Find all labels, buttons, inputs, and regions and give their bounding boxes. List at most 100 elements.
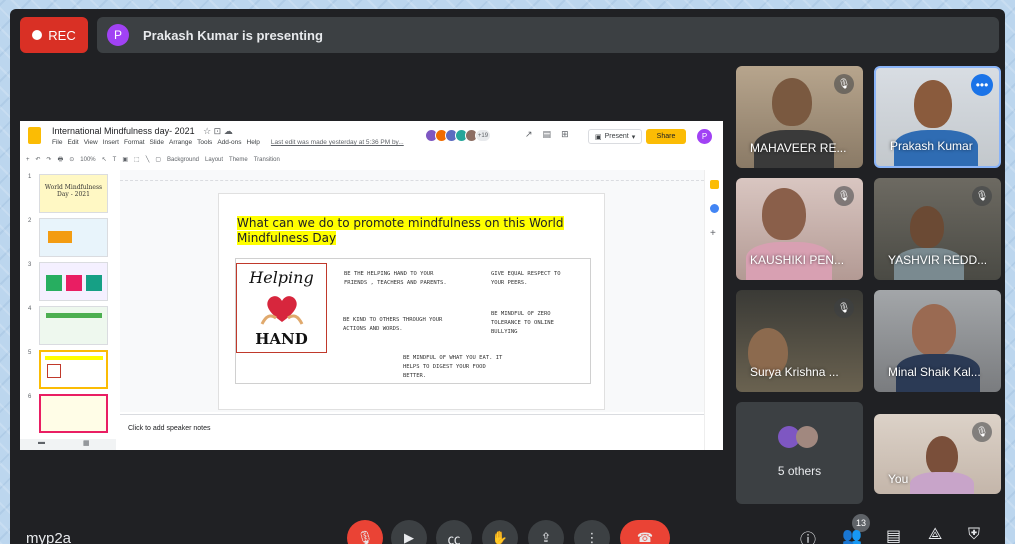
- avatar: [796, 426, 818, 448]
- toolbar-item[interactable]: ↖: [102, 156, 107, 163]
- slide-thumbnail[interactable]: [39, 394, 108, 433]
- comments-icon[interactable]: ▤: [543, 129, 552, 140]
- slide-title: What can we do to promote mindfulness on…: [237, 216, 592, 246]
- host-controls-icon[interactable]: ⛨: [968, 526, 980, 544]
- slides-header-tools: ↗ ▤ ⊞: [525, 129, 569, 140]
- slide-thumbnail[interactable]: [39, 218, 108, 257]
- thumb-shape: [47, 364, 61, 378]
- toolbar-item[interactable]: ⊙: [69, 156, 74, 163]
- star-move-cloud-icon[interactable]: ☆ ⊡ ☁: [203, 126, 233, 136]
- toolbar-item[interactable]: ▢: [155, 156, 161, 163]
- toolbar-item[interactable]: ↶: [36, 156, 41, 163]
- share-button[interactable]: Share: [646, 129, 686, 144]
- slides-doc-title[interactable]: International Mindfulness day- 2021 ☆ ⊡ …: [52, 126, 233, 137]
- menu-addons[interactable]: Add-ons: [217, 139, 241, 146]
- menu-tools[interactable]: Tools: [197, 139, 212, 146]
- mic-off-icon: 🎙: [834, 298, 854, 318]
- recording-indicator[interactable]: REC: [20, 17, 88, 53]
- meet-window: REC P Prakash Kumar is presenting Intern…: [10, 9, 1005, 544]
- leave-call-button[interactable]: ☎: [620, 520, 670, 544]
- chevron-down-icon[interactable]: ▾: [632, 133, 636, 141]
- collaborator-count: +19: [475, 129, 491, 142]
- people-icon[interactable]: 👥: [842, 526, 862, 544]
- menu-arrange[interactable]: Arrange: [169, 139, 192, 146]
- toolbar-layout[interactable]: Layout: [205, 157, 223, 163]
- thumb-shape: [86, 275, 102, 291]
- thumb-number: 4: [28, 306, 32, 312]
- slides-side-panel: +: [704, 170, 723, 450]
- toolbar-item[interactable]: ↷: [47, 156, 52, 163]
- speaker-notes[interactable]: Click to add speaker notes: [120, 414, 704, 450]
- present-button[interactable]: ▣ Present ▾: [588, 129, 643, 144]
- toolbar-item[interactable]: +: [26, 157, 30, 163]
- slide-note: Be kind to others through your actions a…: [343, 317, 443, 332]
- menu-help[interactable]: Help: [247, 139, 260, 146]
- participant-tile[interactable]: 🎙 YASHVIR REDD...: [874, 178, 1001, 280]
- info-icon[interactable]: ⓘ: [800, 526, 816, 544]
- participant-video: [910, 206, 944, 248]
- slides-menu-bar: File Edit View Insert Format Slide Arran…: [52, 139, 404, 146]
- phone-hangup-icon: ☎: [636, 530, 654, 544]
- self-tile[interactable]: 🎙 You: [874, 414, 1001, 494]
- thumb-title: World Mindfulness Day - 2021: [44, 184, 103, 198]
- toolbar-theme[interactable]: Theme: [229, 157, 248, 163]
- keep-icon[interactable]: [710, 180, 719, 189]
- menu-insert[interactable]: Insert: [103, 139, 119, 146]
- toolbar-item[interactable]: ▣: [122, 156, 128, 163]
- toolbar-item[interactable]: ╲: [146, 156, 150, 163]
- toolbar-item[interactable]: 100%: [80, 157, 95, 163]
- participant-tile-active[interactable]: ••• Prakash Kumar: [874, 66, 1001, 168]
- toolbar-item[interactable]: 🖶: [58, 155, 64, 165]
- toolbar-item[interactable]: ⬚: [134, 156, 140, 163]
- slide-filmstrip: 1 World Mindfulness Day - 2021 2 3 4 5 6: [20, 170, 116, 450]
- menu-file[interactable]: File: [52, 139, 62, 146]
- new-slide-icon[interactable]: ⊞: [561, 129, 569, 140]
- slide-title-text: What can we do to promote mindfulness on…: [237, 216, 564, 245]
- toolbar-background[interactable]: Background: [167, 157, 199, 163]
- menu-edit[interactable]: Edit: [67, 139, 78, 146]
- thumb-shape: [48, 231, 72, 243]
- tasks-icon[interactable]: [710, 204, 719, 213]
- participant-name: MAHAVEER RE...: [750, 141, 847, 155]
- slide-thumbnail-selected[interactable]: [39, 350, 108, 389]
- camera-icon: ▶: [404, 530, 414, 544]
- more-options-icon[interactable]: •••: [971, 74, 993, 96]
- thumb-number: 1: [28, 174, 32, 180]
- shared-screen-slides: International Mindfulness day- 2021 ☆ ⊡ …: [20, 121, 723, 450]
- others-label: 5 others: [777, 464, 822, 478]
- record-dot-icon: [32, 30, 43, 40]
- list-view-icon[interactable]: ▬: [38, 439, 45, 450]
- thumb-shape: [46, 313, 102, 318]
- participant-tile[interactable]: 🎙 MAHAVEER RE...: [736, 66, 863, 168]
- thumb-shape: [45, 356, 103, 360]
- meeting-code: myp2a: [26, 530, 72, 544]
- participant-tile[interactable]: 🎙 Surya Krishna ...: [736, 290, 863, 392]
- menu-slide[interactable]: Slide: [150, 139, 164, 146]
- doc-title-text: International Mindfulness day- 2021: [52, 126, 195, 136]
- menu-view[interactable]: View: [84, 139, 98, 146]
- participant-tile[interactable]: 🎙 KAUSHIKI PEN...: [736, 178, 863, 280]
- add-addon-icon[interactable]: +: [710, 228, 719, 239]
- chat-icon[interactable]: ▤: [886, 526, 901, 544]
- participant-video: [926, 436, 958, 476]
- activities-icon[interactable]: ⟁: [928, 526, 942, 544]
- slide-note: Be mindful of zero tolerance to online b…: [491, 311, 554, 335]
- slide-thumbnail[interactable]: World Mindfulness Day - 2021: [39, 174, 108, 213]
- slide-thumbnail[interactable]: [39, 262, 108, 301]
- participant-tile[interactable]: Minal Shaik Kal...: [874, 290, 1001, 392]
- collaborator-avatars[interactable]: +19: [425, 129, 491, 142]
- grid-view-icon[interactable]: ▦: [83, 439, 90, 450]
- toolbar-item[interactable]: T: [113, 157, 117, 163]
- mic-off-icon: 🎙: [972, 422, 992, 442]
- activity-icon[interactable]: ↗: [525, 129, 533, 140]
- slide-note: Be mindful of what you eat. It helps to …: [403, 355, 503, 379]
- current-slide[interactable]: What can we do to promote mindfulness on…: [218, 193, 605, 410]
- others-tile[interactable]: 5 others: [736, 402, 863, 504]
- participant-name: You: [888, 472, 909, 486]
- slide-thumbnail[interactable]: [39, 306, 108, 345]
- menu-format[interactable]: Format: [124, 139, 145, 146]
- slides-user-avatar[interactable]: P: [697, 129, 712, 144]
- toolbar-transition[interactable]: Transition: [254, 157, 280, 163]
- helping-hand-image: Helping HAND: [236, 263, 327, 353]
- last-edit-link[interactable]: Last edit was made yesterday at 5:36 PM …: [271, 139, 404, 146]
